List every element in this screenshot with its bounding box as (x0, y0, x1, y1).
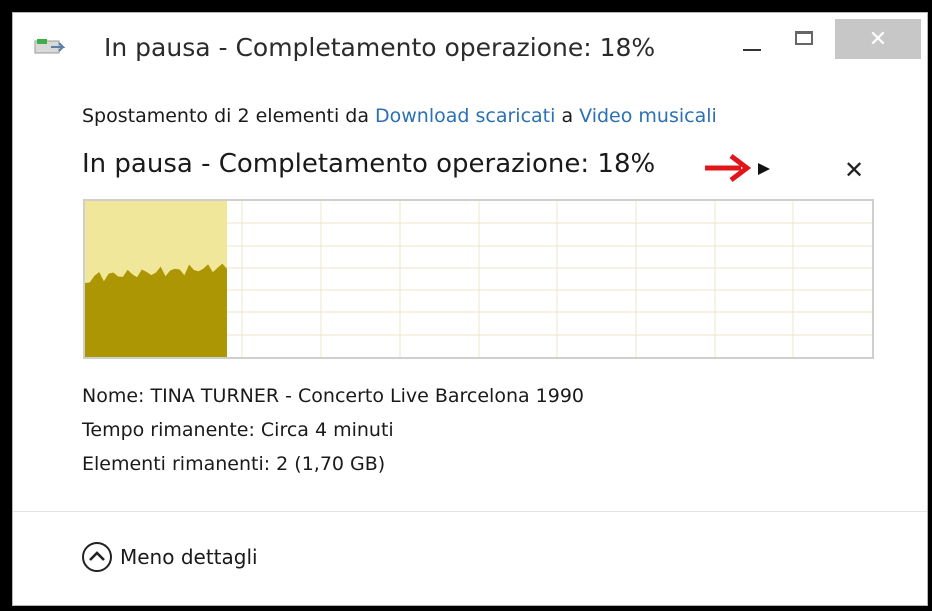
play-icon (758, 163, 770, 175)
transfer-speed-graph (83, 199, 874, 359)
destination-folder-link[interactable]: Video musicali (579, 105, 717, 127)
items-remaining: Elementi rimanenti: 2 (1,70 GB) (82, 453, 386, 475)
chevron-up-circle-icon (82, 542, 112, 572)
description-prefix: Spostamento di 2 elementi da (82, 105, 376, 127)
source-folder-link[interactable]: Download scaricati (375, 105, 555, 127)
title-bar[interactable]: In pausa - Completamento operazione: 18%… (13, 13, 927, 83)
operation-description: Spostamento di 2 elementi da Download sc… (82, 105, 717, 127)
operation-status: In pausa - Completamento operazione: 18% (82, 149, 656, 179)
cancel-operation-button[interactable]: ✕ (839, 155, 869, 185)
file-move-icon (33, 37, 67, 59)
file-operation-dialog: In pausa - Completamento operazione: 18%… (12, 12, 928, 606)
close-button[interactable]: ✕ (835, 19, 921, 59)
time-remaining: Tempo rimanente: Circa 4 minuti (82, 419, 394, 441)
close-icon: ✕ (843, 156, 865, 184)
footer-divider (13, 511, 927, 512)
less-details-button[interactable]: Meno dettagli (82, 541, 258, 573)
minimize-button[interactable] (729, 23, 773, 63)
description-middle: a (555, 105, 580, 127)
red-arrow-icon (703, 153, 753, 183)
less-details-label: Meno dettagli (120, 545, 258, 569)
speed-graph-canvas (85, 201, 872, 357)
resume-button[interactable] (754, 159, 774, 179)
window-title: In pausa - Completamento operazione: 18% (104, 33, 656, 62)
maximize-button[interactable] (783, 23, 827, 63)
file-name: Nome: TINA TURNER - Concerto Live Barcel… (82, 385, 585, 407)
close-icon: ✕ (868, 26, 888, 52)
speed-area (85, 263, 227, 357)
